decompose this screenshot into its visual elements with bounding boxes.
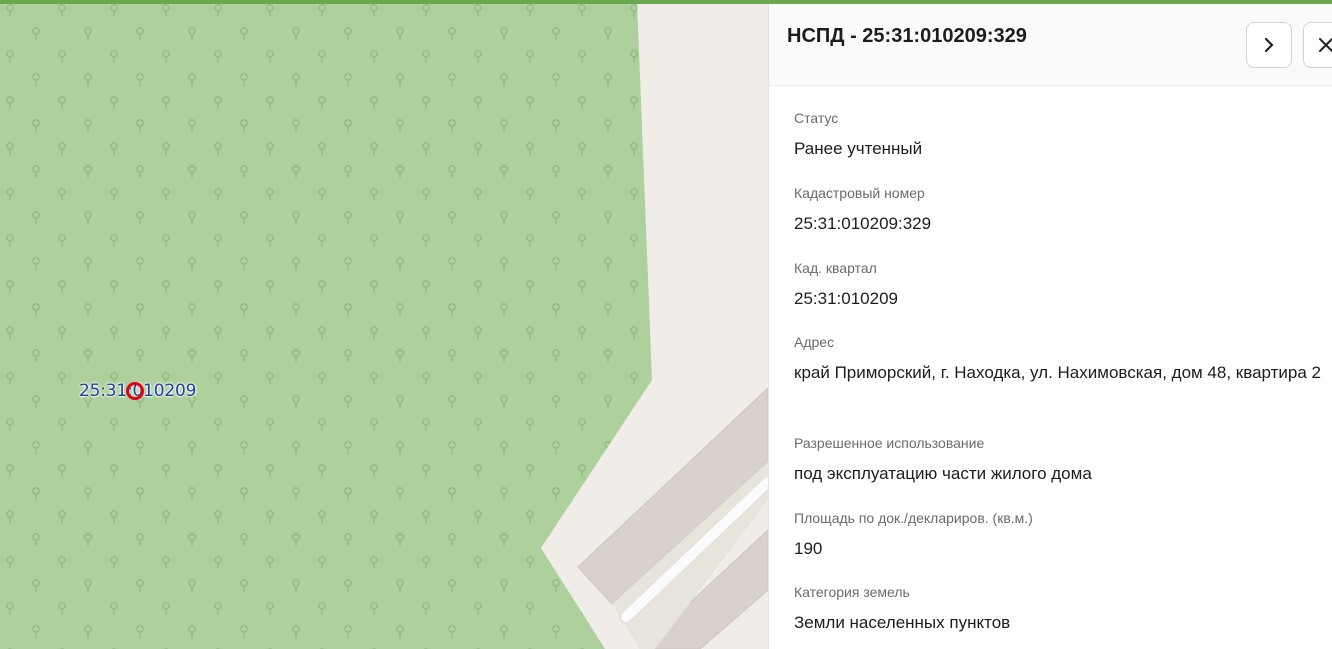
close-button[interactable] [1303,22,1332,68]
field-label: Площадь по док./деклариров. (кв.м.) [794,510,1033,526]
field-area: Площадь по док./деклариров. (кв.м.) 190 [794,509,1324,583]
panel-title: НСПД - 25:31:010209:329 [787,25,1027,47]
field-label: Статус [794,110,839,126]
field-value: под эксплуатацию части жилого дома [794,464,1092,483]
field-cadastral-number: Кадастровый номер 25:31:010209:329 [794,184,1324,259]
field-value: край Приморский, г. Находка, ул. Нахимов… [794,363,1321,382]
field-status: Статус Ранее учтенный [794,109,1324,184]
field-label: Категория земель [794,584,910,600]
map-view[interactable]: 25:31:010209 [0,0,768,649]
field-value: Ранее учтенный [794,139,923,158]
field-value: Земли населенных пунктов [794,613,1011,632]
field-permitted-use: Разрешенное использование под эксплуатац… [794,434,1324,509]
map-canvas[interactable] [0,0,768,649]
field-label: Разрешенное использование [794,435,985,451]
location-marker[interactable] [126,382,144,400]
info-panel: НСПД - 25:31:010209:329 Статус Ранее учт… [768,4,1332,649]
field-cadastral-quarter: Кад. квартал 25:31:010209 [794,259,1324,333]
field-label: Кад. квартал [794,260,877,276]
close-icon [1319,38,1332,52]
field-value: 25:31:010209:329 [794,214,932,233]
chevron-right-icon [1264,37,1274,53]
field-address: Адрес край Приморский, г. Находка, ул. Н… [794,333,1324,434]
field-value: 190 [794,539,823,558]
next-button[interactable] [1246,22,1292,68]
field-label: Кадастровый номер [794,185,925,201]
panel-header: НСПД - 25:31:010209:329 [769,4,1332,86]
top-accent-bar [0,0,1332,4]
attribute-list: Статус Ранее учтенный Кадастровый номер … [794,109,1324,643]
field-land-category: Категория земель Земли населенных пункто… [794,583,1324,643]
field-value: 25:31:010209 [794,289,898,308]
field-label: Адрес [794,334,835,350]
